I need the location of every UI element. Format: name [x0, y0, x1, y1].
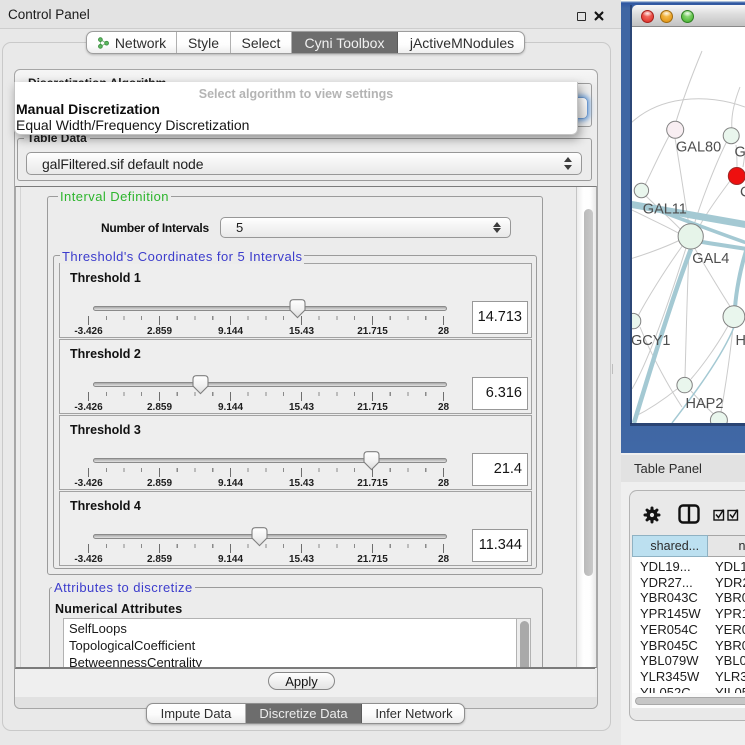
svg-text:C: C [740, 185, 745, 201]
svg-text:GCY1: GCY1 [632, 333, 671, 349]
svg-text:GAL4: GAL4 [692, 251, 729, 267]
svg-text:HAP2: HAP2 [686, 396, 724, 412]
svg-text:H: H [736, 333, 745, 349]
svg-text:GAL11: GAL11 [643, 202, 687, 218]
svg-text:GAL80: GAL80 [676, 140, 721, 156]
svg-text:GA: GA [735, 145, 745, 161]
